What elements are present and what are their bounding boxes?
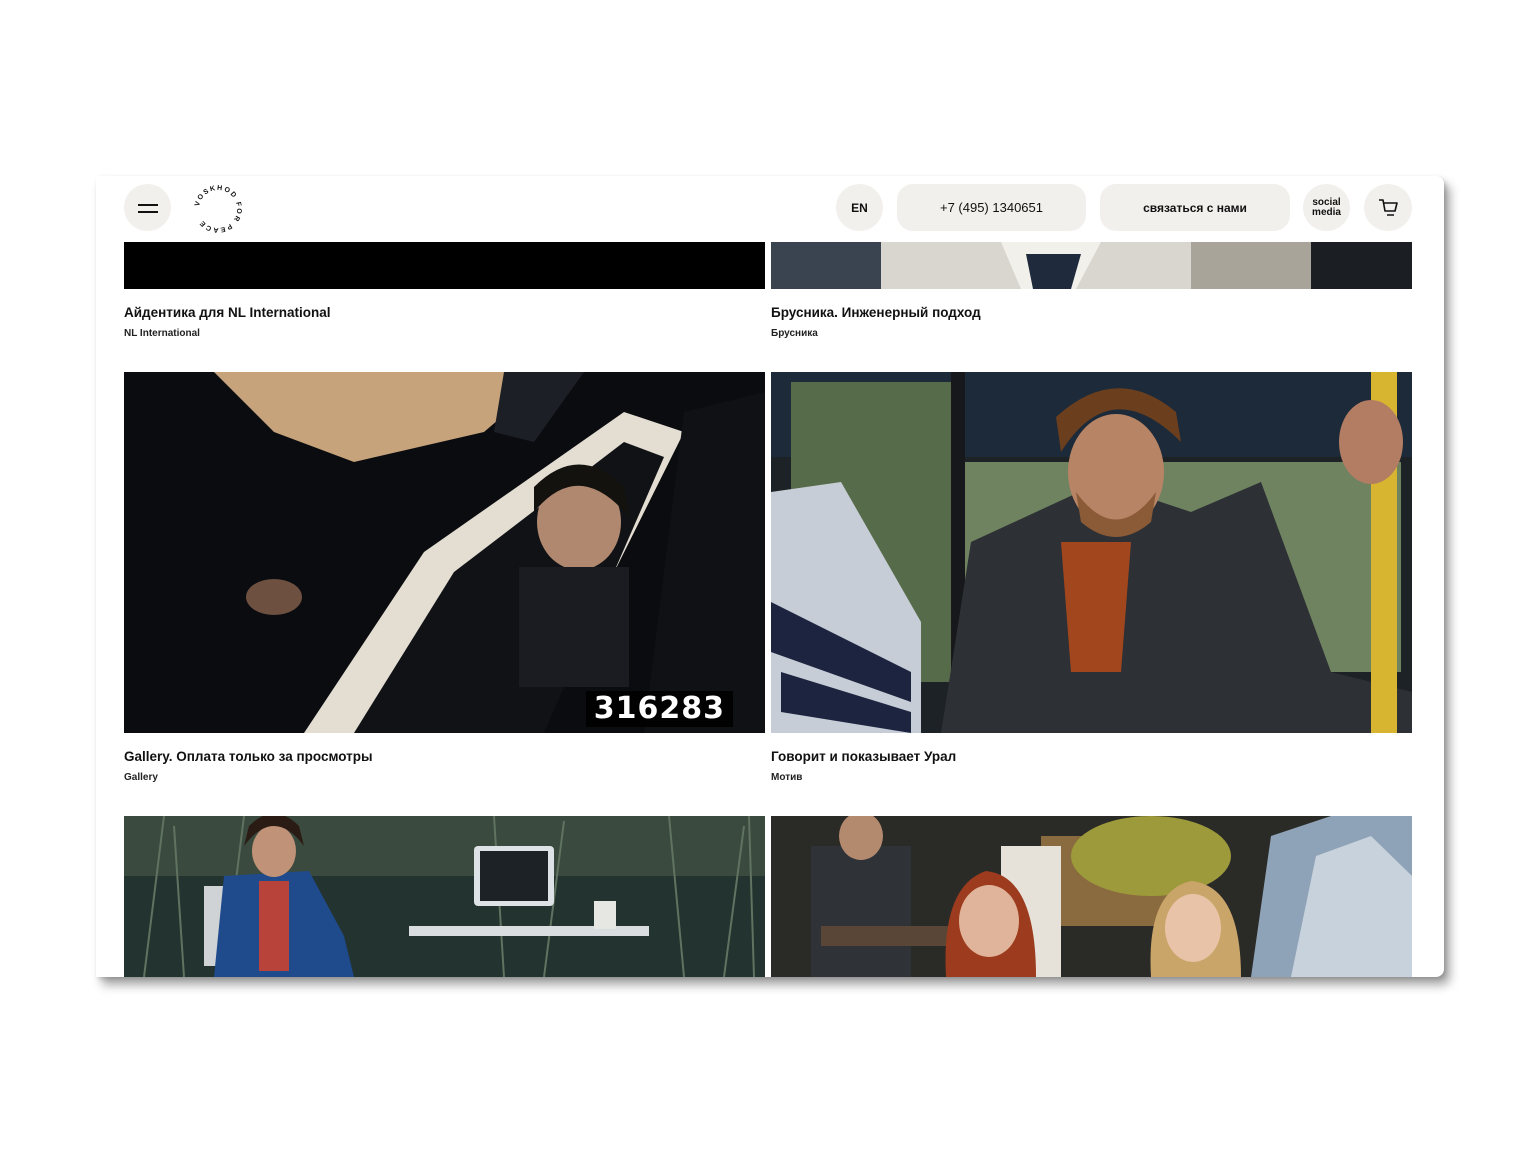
language-switch[interactable]: EN <box>836 184 883 231</box>
project-client: Брусника <box>771 328 818 339</box>
phone-button[interactable]: +7 (495) 1340651 <box>897 184 1086 231</box>
logo-text: VOSKHOD FOR PEACE <box>194 185 241 233</box>
cart-icon <box>1379 198 1398 216</box>
social-media-button[interactable]: social media <box>1303 184 1350 231</box>
project-image[interactable] <box>771 816 1412 977</box>
view-counter: 316283 <box>585 691 733 727</box>
project-image[interactable] <box>771 372 1412 733</box>
project-client: Gallery <box>124 772 158 783</box>
contact-button[interactable]: связаться с нами <box>1100 184 1290 231</box>
project-client: Мотив <box>771 772 803 783</box>
browser-window: VOSKHOD FOR PEACE EN +7 (495) 1340651 св… <box>96 176 1444 977</box>
project-image[interactable] <box>124 242 765 289</box>
hamburger-icon <box>137 202 158 214</box>
social-label-line2: media <box>1312 206 1341 218</box>
svg-text:VOSKHOD FOR PEACE: VOSKHOD FOR PEACE <box>194 185 242 233</box>
project-title[interactable]: Брусника. Инженерный подход <box>771 305 981 320</box>
project-title[interactable]: Айдентика для NL International <box>124 305 331 320</box>
menu-button[interactable] <box>124 184 171 231</box>
project-image[interactable] <box>124 816 765 977</box>
project-client: NL International <box>124 328 200 339</box>
project-image[interactable] <box>771 242 1412 289</box>
site-header: VOSKHOD FOR PEACE EN +7 (495) 1340651 св… <box>96 176 1444 240</box>
project-image[interactable]: 316283 <box>124 372 765 733</box>
voskhod-logo[interactable]: VOSKHOD FOR PEACE <box>193 184 243 234</box>
project-title[interactable]: Gallery. Оплата только за просмотры <box>124 749 373 764</box>
social-label-line1: social <box>1312 196 1341 208</box>
cart-button[interactable] <box>1364 184 1412 231</box>
project-title[interactable]: Говорит и показывает Урал <box>771 749 956 764</box>
